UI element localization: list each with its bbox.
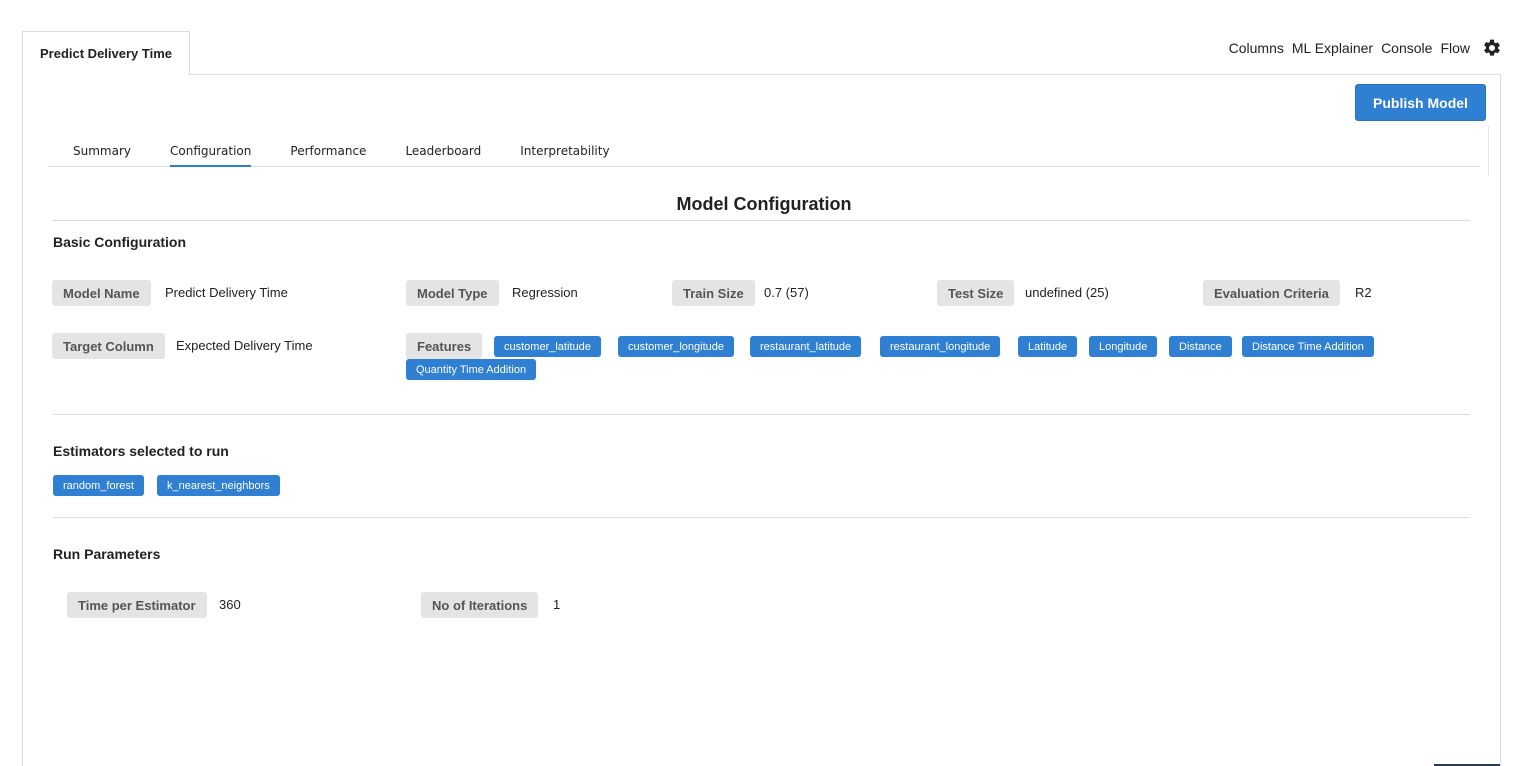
feature-tag: Latitude — [1018, 336, 1078, 357]
main-panel — [22, 74, 1501, 766]
model-name-label: Model Name — [52, 280, 151, 306]
test-size-value: undefined (25) — [1025, 285, 1109, 300]
target-column-label: Target Column — [52, 333, 165, 359]
train-size-label: Train Size — [672, 280, 755, 306]
model-type-value: Regression — [512, 285, 578, 300]
gear-icon[interactable] — [1482, 38, 1502, 58]
tab-summary[interactable]: Summary — [73, 140, 131, 166]
feature-tag: customer_latitude — [494, 336, 601, 357]
tab-configuration[interactable]: Configuration — [170, 140, 252, 167]
tab-interpretability[interactable]: Interpretability — [520, 140, 609, 166]
estimator-tag: k_nearest_neighbors — [157, 475, 280, 496]
basic-configuration-heading: Basic Configuration — [53, 234, 187, 250]
run-parameters-heading: Run Parameters — [53, 546, 161, 562]
train-size-value: 0.7 (57) — [764, 285, 809, 300]
tab-leaderboard[interactable]: Leaderboard — [405, 140, 481, 166]
iterations-value: 1 — [553, 597, 561, 612]
evaluation-criteria-label: Evaluation Criteria — [1203, 280, 1340, 306]
page-title: Model Configuration — [676, 194, 852, 214]
feature-tag: Distance — [1169, 336, 1232, 357]
document-tab[interactable]: Predict Delivery Time — [22, 31, 190, 75]
feature-tag: Distance Time Addition — [1242, 336, 1374, 357]
divider — [53, 517, 1470, 518]
evaluation-criteria-value: R2 — [1355, 285, 1372, 300]
features-label: Features — [406, 333, 483, 359]
nav-columns-link[interactable]: Columns — [1229, 40, 1284, 56]
app-root: Predict Delivery Time Columns ML Explain… — [0, 0, 1528, 766]
subtab-bar: Summary Configuration Performance Leader… — [48, 140, 1479, 167]
target-column-value: Expected Delivery Time — [176, 338, 313, 353]
iterations-label: No of Iterations — [421, 592, 539, 618]
panel-divider — [1488, 126, 1489, 176]
model-type-label: Model Type — [406, 280, 499, 306]
nav-console-link[interactable]: Console — [1381, 40, 1432, 56]
nav-flow-link[interactable]: Flow — [1440, 40, 1470, 56]
feature-tag: restaurant_latitude — [750, 336, 862, 357]
time-per-estimator-value: 360 — [219, 597, 241, 612]
test-size-label: Test Size — [937, 280, 1015, 306]
feature-tag: restaurant_longitude — [880, 336, 1001, 357]
divider — [53, 220, 1470, 221]
feature-tag: Quantity Time Addition — [406, 359, 537, 380]
time-per-estimator-label: Time per Estimator — [67, 592, 207, 618]
feature-tag: customer_longitude — [618, 336, 735, 357]
nav-ml-explainer-link[interactable]: ML Explainer — [1292, 40, 1373, 56]
estimator-tag: random_forest — [53, 475, 144, 496]
tab-performance[interactable]: Performance — [290, 140, 366, 166]
publish-model-button[interactable]: Publish Model — [1355, 84, 1486, 121]
estimators-heading: Estimators selected to run — [53, 443, 229, 459]
top-nav: Columns ML Explainer Console Flow — [1229, 38, 1502, 58]
document-tab-label: Predict Delivery Time — [40, 46, 172, 61]
feature-tag: Longitude — [1089, 336, 1158, 357]
model-name-value: Predict Delivery Time — [165, 285, 288, 300]
divider — [53, 414, 1470, 415]
